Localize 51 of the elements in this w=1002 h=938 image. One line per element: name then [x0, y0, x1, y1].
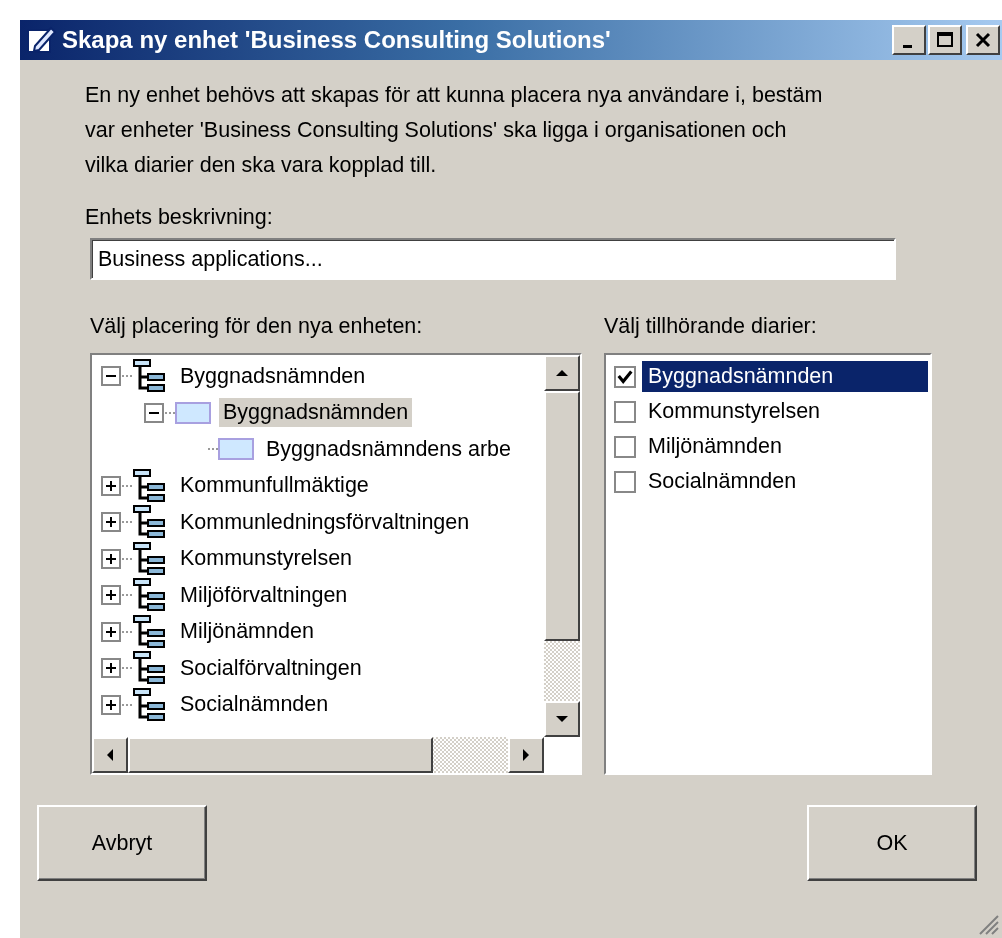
expand-icon[interactable]: [101, 658, 121, 679]
expand-icon[interactable]: [101, 694, 121, 715]
tree-item[interactable]: Miljönämnden: [176, 617, 318, 647]
horizontal-scrollbar[interactable]: [92, 737, 544, 773]
maximize-icon: [935, 30, 955, 50]
expand-icon[interactable]: [101, 621, 121, 642]
hierarchy-icon: [132, 540, 168, 577]
minimize-icon: [902, 44, 912, 48]
close-icon: [973, 30, 993, 50]
checkbox[interactable]: [614, 435, 636, 458]
checkbox[interactable]: [614, 400, 636, 423]
tree-item[interactable]: Kommunledningsförvaltningen: [176, 507, 474, 537]
collapse-icon[interactable]: [101, 366, 121, 387]
diaries-label: Välj tillhörande diarier:: [604, 314, 818, 339]
hierarchy-icon: [132, 467, 168, 504]
tree-item[interactable]: Socialnämnden: [176, 690, 333, 720]
collapse-icon[interactable]: [144, 402, 164, 423]
expand-icon[interactable]: [101, 475, 121, 496]
tree-item[interactable]: Byggnadsnämnden: [219, 398, 413, 428]
list-item[interactable]: Byggnadsnämnden: [642, 361, 928, 392]
tree-item[interactable]: Byggnadsnämndens arbe: [262, 434, 516, 464]
list-item[interactable]: Socialnämnden: [642, 466, 928, 497]
minimize-button[interactable]: [892, 25, 926, 55]
hierarchy-icon: [132, 650, 168, 687]
expand-icon[interactable]: [101, 585, 121, 606]
hierarchy-icon: [132, 577, 168, 614]
cancel-button[interactable]: Avbryt: [37, 805, 207, 881]
expand-icon[interactable]: [101, 512, 121, 533]
close-button[interactable]: [966, 25, 1000, 55]
checkbox[interactable]: [614, 365, 636, 388]
expand-icon[interactable]: [101, 548, 121, 569]
maximize-button[interactable]: [928, 25, 962, 55]
list-item[interactable]: Kommunstyrelsen: [642, 396, 928, 427]
ok-button[interactable]: OK: [807, 805, 977, 881]
hierarchy-icon: [132, 613, 168, 650]
hierarchy-icon: [132, 686, 168, 723]
intro-text: En ny enhet behövs att skapas för att kunna placera nya användare i, bestäm var enheter 'Business Consulting Solutions' ska ligga i organisationen och vilka diarier den ska vara kopplad till.: [85, 82, 824, 179]
description-field[interactable]: Business applications...: [90, 238, 896, 280]
window-title: Skapa ny enhet 'Business Consulting Solutions': [62, 26, 612, 54]
tree-item[interactable]: Miljöförvaltningen: [176, 580, 352, 610]
hierarchy-icon: [132, 358, 168, 395]
hierarchy-icon: [132, 504, 168, 541]
tree-item[interactable]: Kommunstyrelsen: [176, 544, 357, 574]
tree-item[interactable]: Socialförvaltningen: [176, 653, 366, 683]
tree-item[interactable]: Kommunfullmäktige: [176, 471, 373, 501]
tree-item[interactable]: Byggnadsnämnden: [176, 361, 370, 391]
description-label: Enhets beskrivning:: [85, 205, 274, 230]
list-item[interactable]: Miljönämnden: [642, 431, 928, 462]
vertical-scrollbar[interactable]: [544, 355, 580, 737]
checkbox[interactable]: [614, 470, 636, 493]
tree-label: Välj placering för den nya enheten:: [90, 314, 424, 339]
